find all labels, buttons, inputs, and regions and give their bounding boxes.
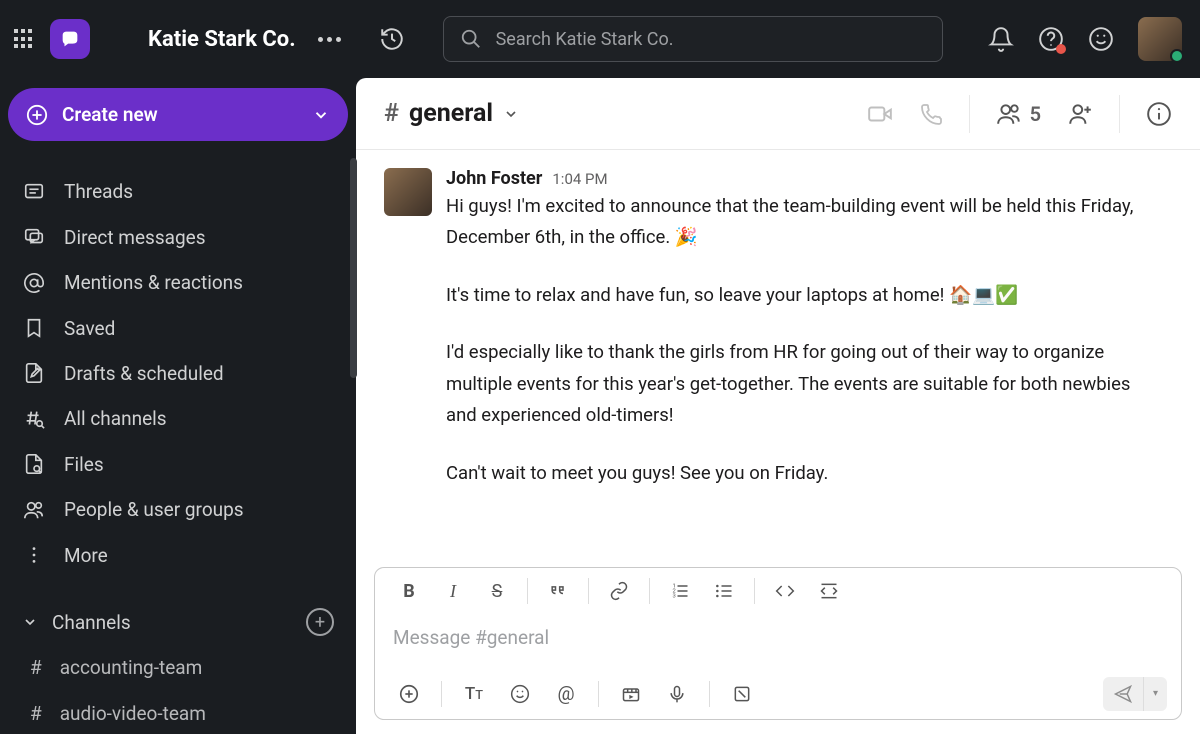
channel-accounting-team[interactable]: #accounting-team [8,647,348,688]
divider [709,681,710,707]
sidebar-scrollbar[interactable] [350,158,357,378]
divider [754,578,755,604]
add-channel-button[interactable]: + [306,608,334,636]
nav-direct-messages[interactable]: Direct messages [8,217,348,258]
drafts-icon [22,362,46,384]
dm-icon [22,226,46,248]
send-options-button[interactable]: ▾ [1143,677,1167,711]
more-vertical-icon [22,544,46,566]
divider [1119,95,1120,133]
message-time: 1:04 PM [552,170,607,188]
quote-button[interactable] [538,573,578,609]
channels-section-header[interactable]: Channels + [8,602,348,643]
hash-icon: # [30,702,42,725]
code-block-button[interactable] [809,573,849,609]
user-avatar[interactable] [1138,17,1182,61]
video-call-icon[interactable] [867,101,893,127]
message-author[interactable]: John Foster [446,168,542,189]
presence-indicator [1170,49,1184,63]
hash-search-icon [22,408,46,430]
attach-button[interactable] [389,676,429,712]
workspace-more-icon[interactable] [318,37,341,42]
bullet-list-button[interactable] [704,573,744,609]
channel-info-icon[interactable] [1146,101,1172,127]
compose-input[interactable]: Message #general [375,614,1181,667]
video-clip-button[interactable] [611,676,651,712]
create-new-label: Create new [62,103,158,126]
message-paragraph: It's time to relax and have fun, so leav… [446,280,1162,311]
italic-button[interactable]: I [433,573,473,609]
at-icon [22,272,46,294]
code-button[interactable] [765,573,805,609]
file-icon [22,453,46,475]
people-icon [22,499,46,521]
emoji-icon[interactable] [1088,26,1114,52]
nav-threads[interactable]: Threads [8,171,348,212]
help-icon[interactable] [1038,26,1064,52]
shortcuts-button[interactable] [722,676,762,712]
bookmark-icon [22,317,46,339]
divider [969,95,970,133]
nav-saved[interactable]: Saved [8,307,348,348]
notification-dot [1056,44,1066,54]
threads-icon [22,181,46,203]
workspace-logo[interactable] [50,19,90,59]
message-paragraph: Hi guys! I'm excited to announce that th… [446,191,1162,254]
add-member-icon[interactable] [1067,101,1093,127]
emoji-button[interactable] [500,676,540,712]
workspace-name[interactable]: Katie Stark Co. [148,27,296,52]
notifications-icon[interactable] [988,26,1014,52]
ordered-list-button[interactable]: 123 [660,573,700,609]
nav-mentions[interactable]: Mentions & reactions [8,262,348,303]
search-input[interactable]: Search Katie Stark Co. [443,16,943,62]
nav-more[interactable]: More [8,534,348,575]
channel-title[interactable]: # general [384,99,519,128]
message-avatar[interactable] [384,168,432,216]
message-composer: B I S 123 Message #general Tᴛ @ [374,567,1182,720]
hash-icon: # [30,656,42,679]
divider [598,681,599,707]
divider [527,578,528,604]
channel-audio-video-team[interactable]: #audio-video-team [8,693,348,734]
bold-button[interactable]: B [389,573,429,609]
svg-text:3: 3 [673,594,676,600]
divider [588,578,589,604]
message-paragraph: I'd especially like to thank the girls f… [446,337,1162,431]
link-button[interactable] [599,573,639,609]
nav-all-channels[interactable]: All channels [8,398,348,439]
formatting-toggle-button[interactable]: Tᴛ [454,676,494,712]
nav-drafts[interactable]: Drafts & scheduled [8,353,348,394]
chevron-down-icon [22,614,38,630]
message-paragraph: Can't wait to meet you guys! See you on … [446,458,1162,489]
history-icon[interactable] [379,26,405,52]
nav-people[interactable]: People & user groups [8,489,348,530]
audio-clip-button[interactable] [657,676,697,712]
divider [441,681,442,707]
hash-icon: # [384,99,399,128]
app-grid-icon[interactable] [12,27,36,51]
chevron-down-icon [503,106,519,122]
divider [649,578,650,604]
mention-button[interactable]: @ [546,676,586,712]
send-button[interactable] [1103,684,1143,704]
phone-call-icon[interactable] [919,102,943,126]
member-count[interactable]: 5 [996,101,1041,127]
create-new-button[interactable]: Create new [8,88,348,141]
strike-button[interactable]: S [477,573,517,609]
search-placeholder: Search Katie Stark Co. [496,29,674,50]
message: John Foster 1:04 PM Hi guys! I'm excited… [384,168,1162,489]
nav-files[interactable]: Files [8,444,348,485]
